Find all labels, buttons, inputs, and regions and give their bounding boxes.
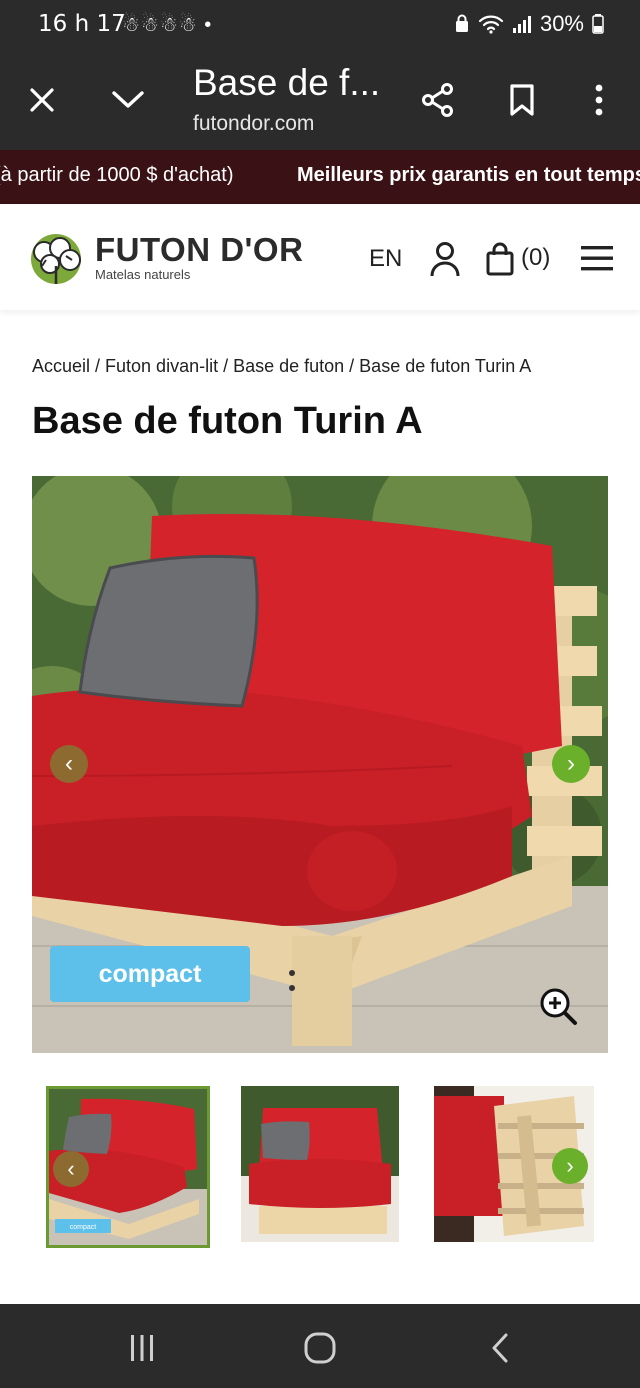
thumb-compact-badge: compact [70, 1224, 97, 1231]
user-icon[interactable] [428, 240, 462, 278]
carousel-next-button[interactable]: › [552, 745, 590, 783]
more-options-icon[interactable] [579, 80, 619, 120]
lock-icon [455, 14, 468, 32]
product-title: Base de futon Turin A [32, 400, 423, 442]
back-icon[interactable] [480, 1328, 520, 1368]
status-bar: 16 h 17 ☃☃☃☃ • 30% [0, 0, 640, 50]
carousel-prev-button[interactable]: ‹ [50, 745, 88, 783]
language-switch[interactable]: EN [369, 245, 402, 273]
zoom-in-icon[interactable] [538, 986, 578, 1026]
thumbnail-strip: compact ‹ › [46, 1086, 594, 1250]
site-header: FUTON D'OR Matelas naturels EN (0) [0, 204, 640, 310]
logo-tagline: Matelas naturels [95, 267, 191, 282]
system-navigation-bar [0, 1304, 640, 1388]
thumbnail-prev-button[interactable]: ‹ [53, 1151, 89, 1187]
page-tab-title: Base de f... [193, 62, 381, 103]
logo-name[interactable]: FUTON D'OR [95, 231, 303, 269]
status-right: 30% [454, 11, 604, 37]
thumbnail-2[interactable] [241, 1086, 399, 1248]
shopping-bag-icon[interactable] [485, 242, 515, 276]
promo-item: (à partir de 1000 $ d'achat) [0, 164, 234, 186]
battery-percent: 30% [539, 11, 584, 36]
thumbnail-1[interactable]: compact ‹ [46, 1086, 210, 1248]
thumbnail-next-button[interactable]: › [552, 1148, 588, 1184]
wifi-icon [478, 15, 504, 34]
bookmark-icon[interactable] [502, 80, 542, 120]
product-main-image[interactable]: ‹ › compact [32, 476, 608, 1053]
promo-banner: (à partir de 1000 $ d'achat) Meilleurs p… [0, 150, 640, 204]
recent-apps-icon[interactable] [122, 1328, 162, 1368]
cart-count[interactable]: (0) [521, 244, 550, 272]
breadcrumb[interactable]: Accueil / Futon divan-lit / Base de futo… [32, 356, 531, 377]
promo-item: Meilleurs prix garantis en tout temps [297, 164, 640, 186]
hamburger-menu-icon[interactable] [580, 244, 614, 272]
browser-toolbar: Base de f... futondor.com [0, 50, 640, 150]
battery-icon [592, 14, 604, 34]
compact-badge: compact [50, 946, 250, 1002]
home-icon[interactable] [300, 1328, 340, 1368]
share-icon[interactable] [418, 80, 458, 120]
url-text[interactable]: futondor.com [193, 112, 314, 136]
close-icon[interactable] [22, 80, 62, 120]
signal-icon [512, 16, 531, 33]
cotton-logo-icon[interactable] [26, 230, 86, 286]
status-time: 16 h 17 [38, 11, 126, 37]
notification-icons: ☃☃☃☃ • [122, 14, 213, 36]
chevron-down-icon[interactable] [108, 80, 148, 120]
